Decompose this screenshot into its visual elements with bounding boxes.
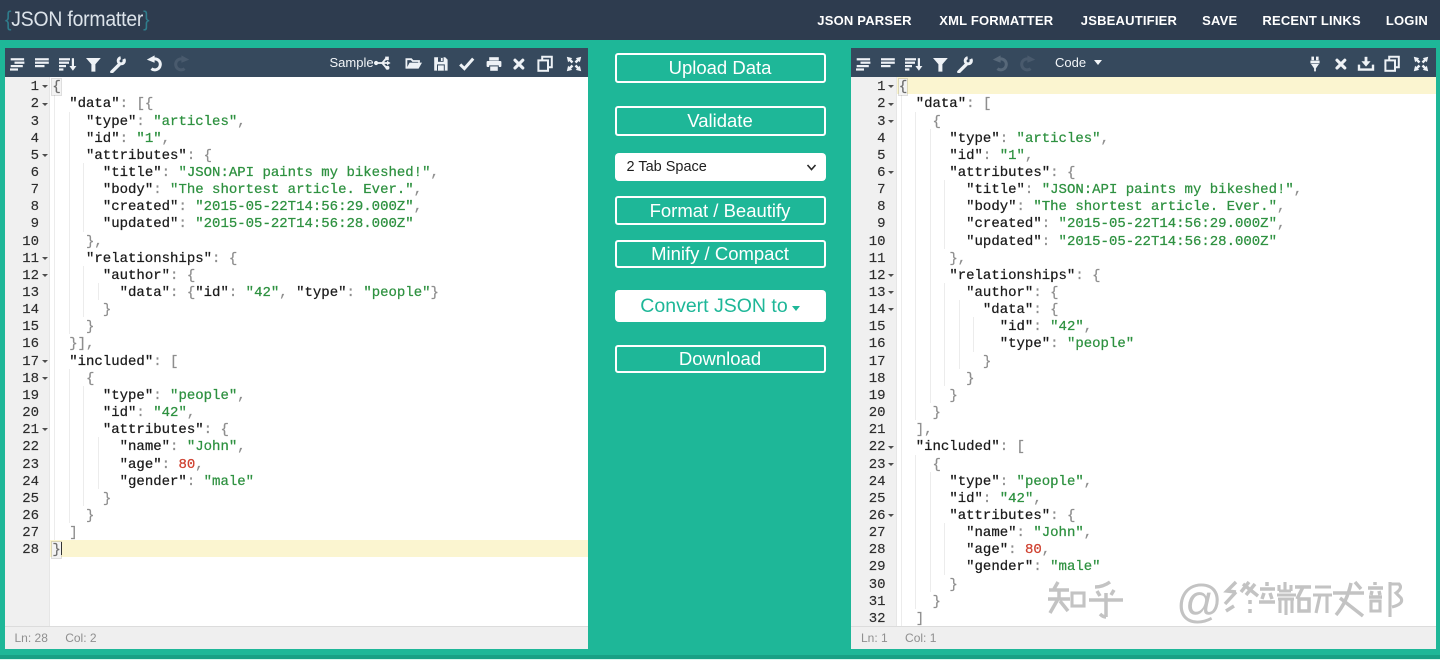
- svg-text:@: @: [1176, 580, 1223, 626]
